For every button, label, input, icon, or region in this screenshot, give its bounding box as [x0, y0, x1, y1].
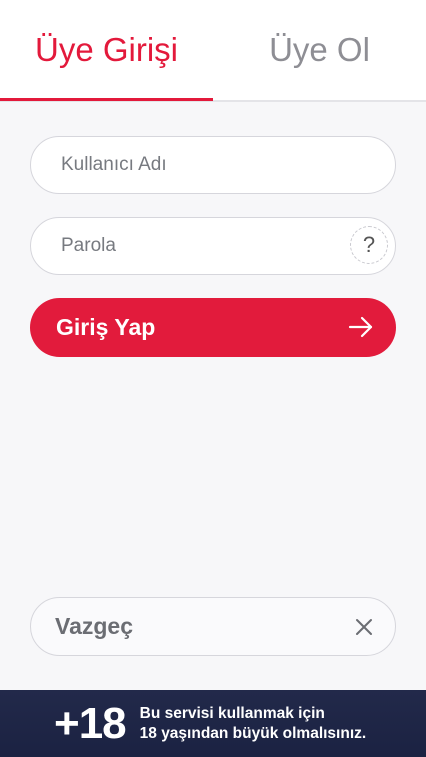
password-help-button[interactable]: ? [350, 226, 388, 264]
question-icon: ? [362, 232, 376, 257]
age-warning-text: Bu servisi kullanmak için 18 yaşından bü… [140, 704, 367, 744]
close-icon [356, 619, 372, 635]
age-badge: +18 [54, 698, 127, 748]
username-field[interactable] [30, 136, 396, 194]
age-restriction-banner: +18 Bu servisi kullanmak için 18 yaşında… [0, 690, 426, 757]
cancel-button[interactable]: Vazgeç [30, 597, 396, 656]
age-warning-line-2: 18 yaşından büyük olmalısınız. [139, 724, 367, 742]
age-warning-line-1: Bu servisi kullanmak için [139, 704, 325, 722]
active-tab-indicator [0, 98, 213, 101]
tab-register[interactable]: Üye Ol [213, 0, 426, 100]
username-input[interactable] [59, 153, 333, 177]
arrow-right-icon [348, 316, 373, 338]
tab-login[interactable]: Üye Girişi [0, 0, 213, 100]
cancel-button-label: Vazgeç [55, 613, 133, 639]
login-button[interactable]: Giriş Yap [30, 298, 396, 357]
login-button-label: Giriş Yap [56, 314, 156, 340]
tab-bar: Üye Girişi Üye Ol [0, 0, 426, 102]
password-input[interactable] [59, 234, 333, 258]
password-field[interactable]: ? [30, 217, 396, 275]
